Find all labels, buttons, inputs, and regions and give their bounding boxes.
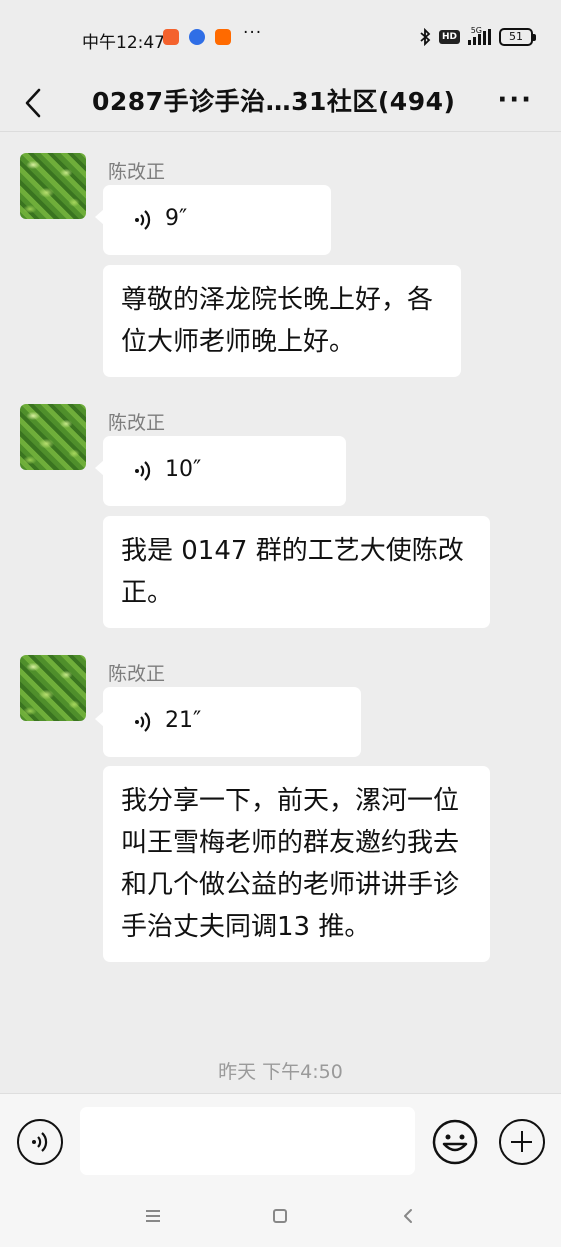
input-bar — [0, 1093, 561, 1189]
voice-duration: 10″ — [165, 457, 202, 482]
system-nav-bar — [0, 1189, 561, 1247]
status-time: 中午12:47 — [82, 33, 165, 53]
mi-app-icon — [215, 29, 231, 45]
sender-name: 陈改正 — [108, 161, 166, 183]
text-message[interactable]: 我是 0147 群的工艺大使陈改正。 — [103, 516, 490, 628]
more-icon[interactable]: ··· — [497, 87, 533, 113]
voice-toggle-button[interactable] — [17, 1119, 63, 1165]
video-app-icon — [163, 29, 179, 45]
bluetooth-icon — [420, 28, 431, 46]
voice-toggle-icon — [32, 1132, 48, 1152]
chat-title: 0287手诊手治…31社区(494) — [92, 87, 456, 116]
voice-message[interactable]: 9″ — [95, 185, 331, 255]
battery-icon: 51 — [499, 28, 536, 46]
recent-apps-icon[interactable] — [146, 1210, 160, 1222]
text-message[interactable]: 尊敬的泽龙院长晚上好，各位大师老师晚上好。 — [103, 265, 461, 377]
avatar[interactable] — [20, 404, 86, 470]
status-more-icon: ··· — [243, 23, 263, 43]
signal-icon — [468, 29, 491, 45]
voice-icon — [135, 210, 151, 230]
baidu-app-icon — [189, 29, 205, 45]
voice-duration: 21″ — [165, 708, 202, 733]
sender-name: 陈改正 — [108, 412, 166, 434]
timestamp: 昨天 下午4:50 — [218, 1061, 343, 1083]
home-icon[interactable] — [273, 1209, 287, 1223]
emoji-icon[interactable] — [432, 1119, 478, 1165]
plus-icon[interactable] — [499, 1119, 545, 1165]
status-right: HD 51 — [419, 27, 536, 47]
sender-name: 陈改正 — [108, 663, 166, 685]
status-bar: 中午12:47 ··· 5G HD 51 — [0, 0, 561, 74]
battery-level: 51 — [509, 30, 523, 43]
voice-message[interactable]: 10″ — [95, 436, 346, 506]
text-message[interactable]: 我分享一下，前天，漯河一位叫王雪梅老师的群友邀约我去和几个做公益的老师讲讲手诊手… — [103, 766, 490, 962]
hd-badge: HD — [438, 30, 460, 44]
voice-icon — [135, 712, 151, 732]
avatar[interactable] — [20, 655, 86, 721]
avatar[interactable] — [20, 153, 86, 219]
nav-back-icon[interactable] — [402, 1207, 414, 1225]
chat-header: 0287手诊手治…31社区(494) ··· — [0, 74, 561, 132]
message-list: 陈改正 9″ 尊敬的泽龙院长晚上好，各位大师老师晚上好。 陈改正 10″ 我是 … — [0, 133, 561, 1093]
voice-duration: 9″ — [165, 206, 188, 231]
voice-message[interactable]: 21″ — [95, 687, 361, 757]
back-icon[interactable] — [22, 86, 44, 120]
message-input[interactable] — [80, 1107, 415, 1175]
voice-icon — [135, 461, 151, 481]
